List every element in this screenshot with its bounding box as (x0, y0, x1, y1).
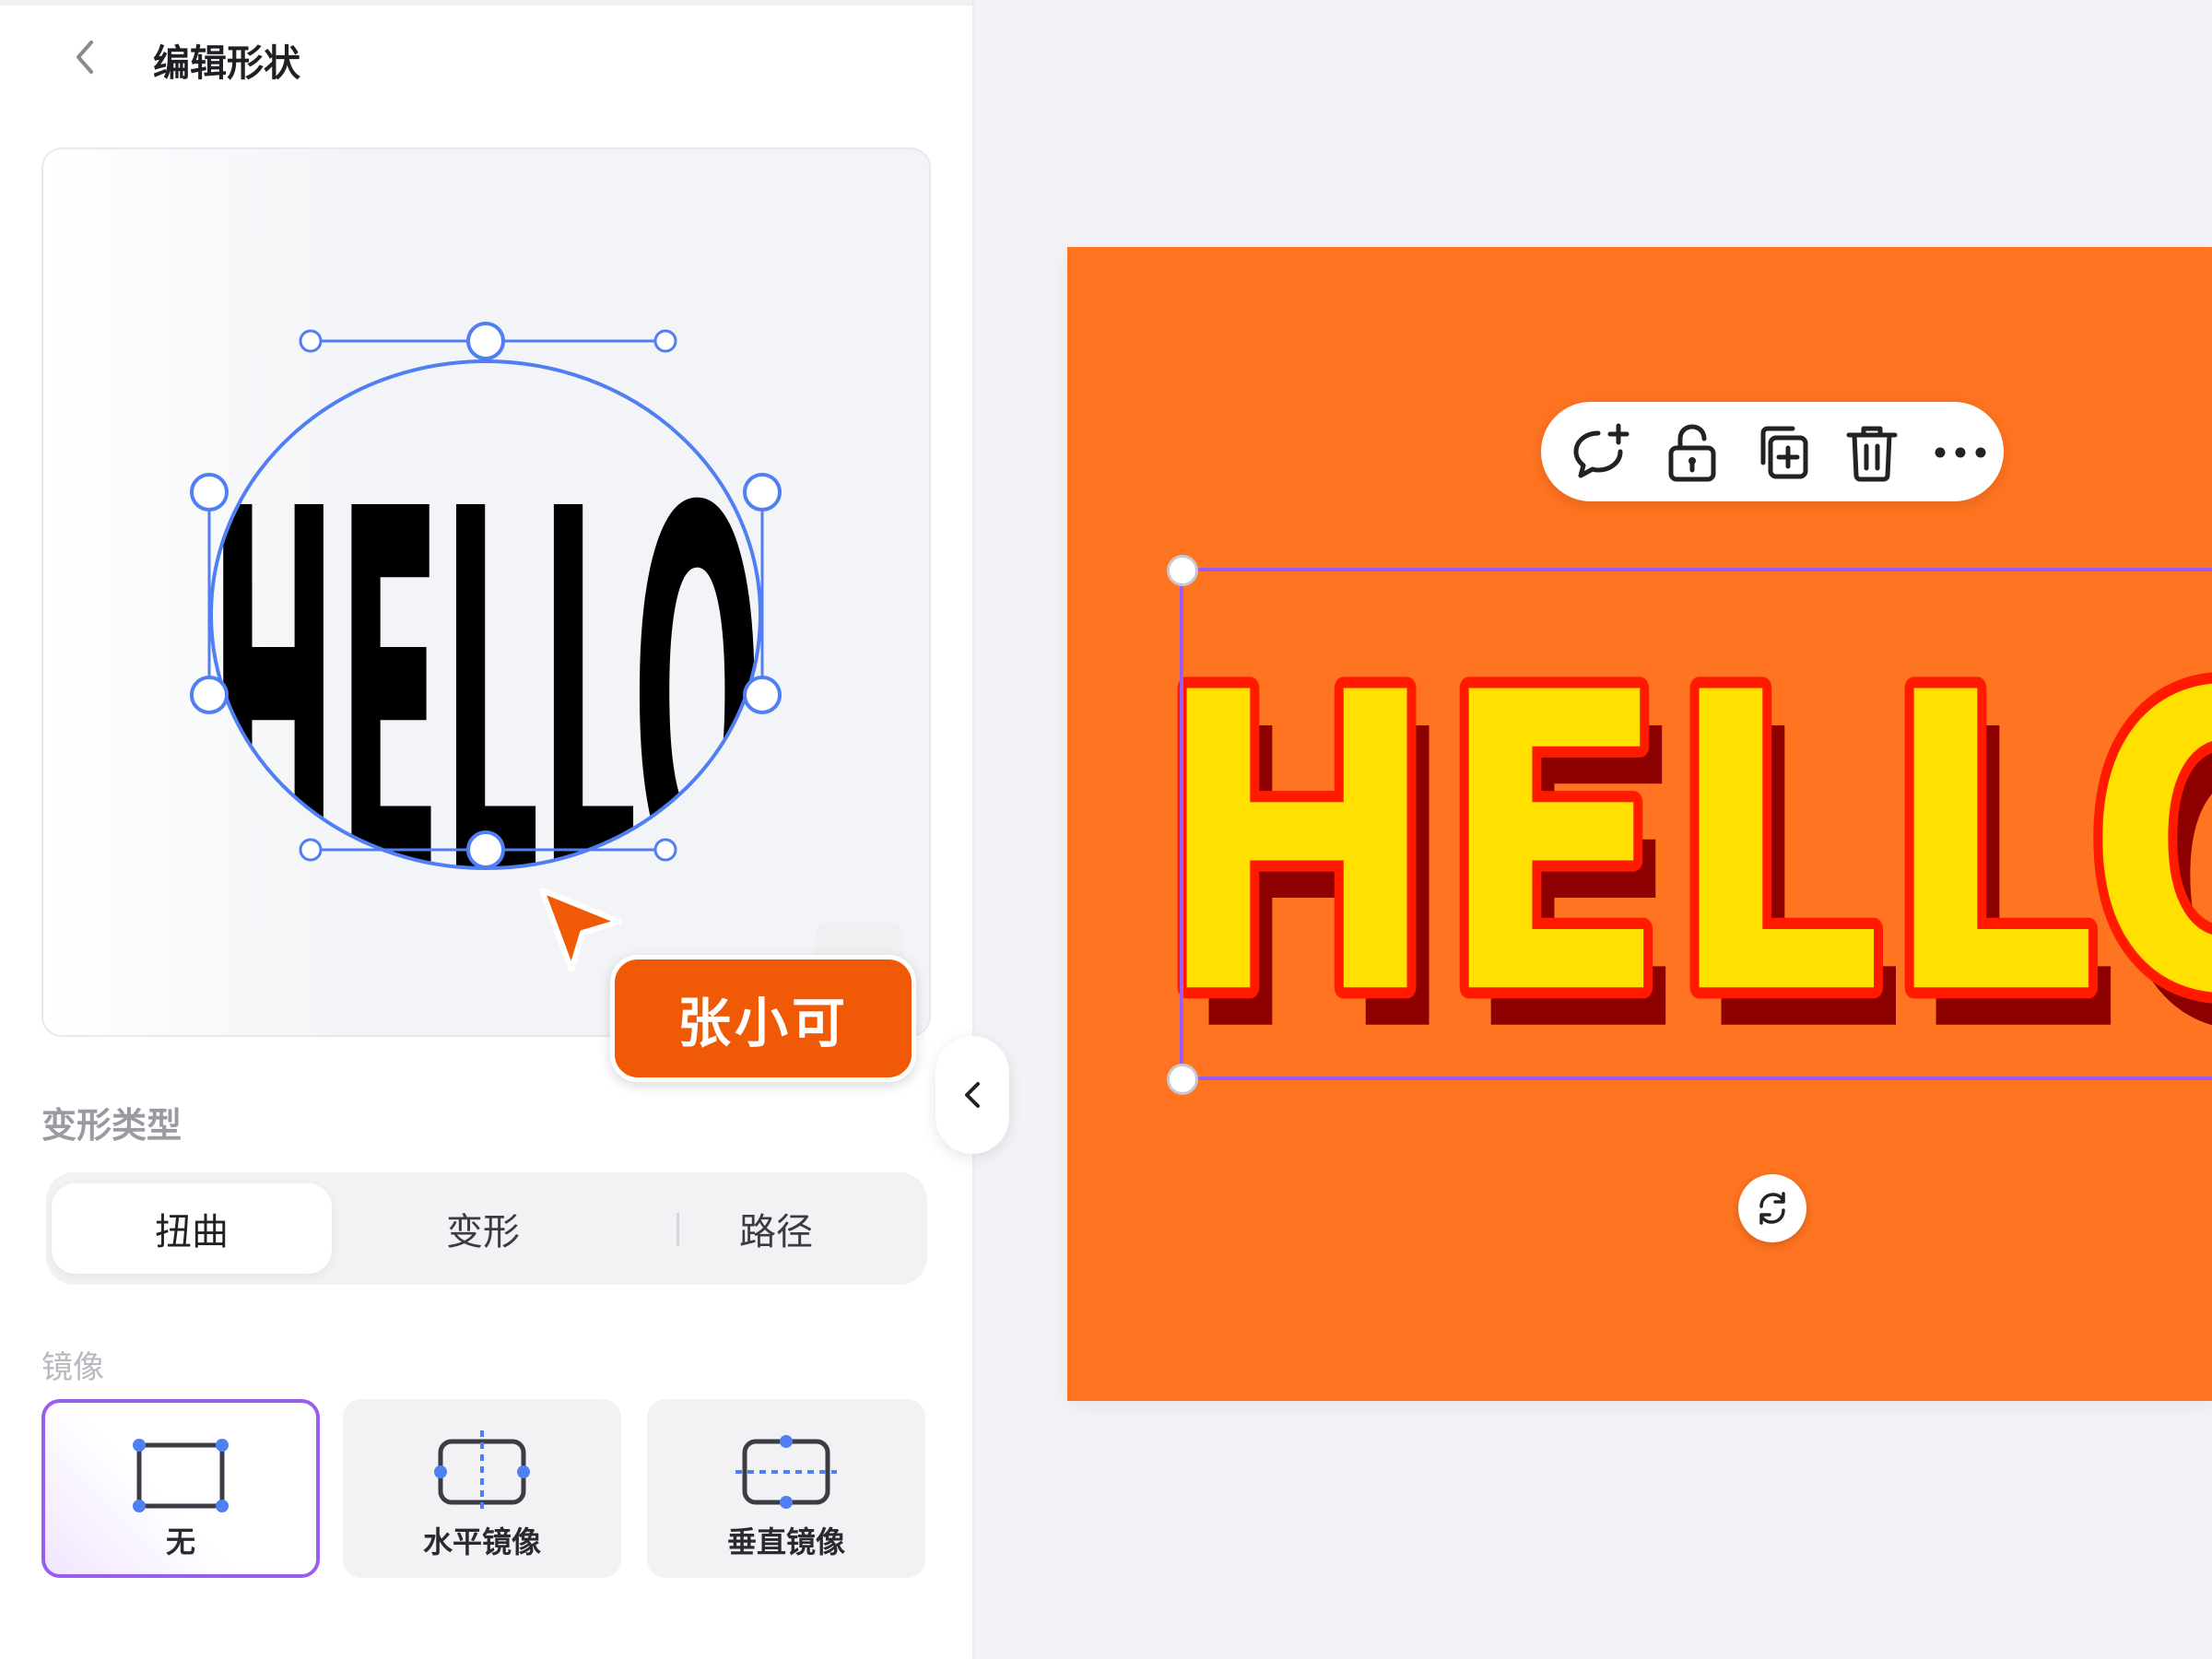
resize-handle-bottom-left[interactable] (1167, 1064, 1198, 1095)
anchor-handle-bottom[interactable] (466, 830, 505, 869)
preview-hello-text: HELLO (209, 402, 762, 1001)
resize-handle-top-left[interactable] (1167, 555, 1198, 586)
back-button[interactable] (63, 35, 107, 79)
control-handle-bottom-right[interactable] (653, 838, 677, 862)
collaborator-name-tag: 张小可 (610, 955, 916, 1082)
anchor-handle-top[interactable] (466, 322, 505, 360)
add-comment-button[interactable] (1571, 422, 1631, 483)
mirror-label: 镜像 (41, 1349, 104, 1386)
rotate-button[interactable] (1738, 1174, 1806, 1242)
unlock-button[interactable] (1662, 422, 1723, 483)
edit-shape-panel: 编辑形状 HELLO 变形类型 扭曲 变形 路径 镜像 无 水平镜像 垂直镜像 (0, 0, 974, 1659)
mirror-vertical-icon (735, 1435, 837, 1509)
control-handle-bottom-left[interactable] (299, 838, 323, 862)
mirror-option-horizontal[interactable]: 水平镜像 (343, 1399, 621, 1578)
collapse-panel-button[interactable] (935, 1036, 1009, 1154)
tab-warp[interactable]: 变形 (343, 1183, 623, 1274)
warp-type-segmented-control: 扭曲 变形 路径 (46, 1172, 927, 1285)
delete-button[interactable] (1841, 422, 1902, 483)
mirror-option-label: 垂直镜像 (726, 1524, 845, 1559)
collaborator-cursor-icon (539, 888, 622, 972)
unlock-icon (1668, 424, 1716, 482)
duplicate-icon (1760, 426, 1808, 479)
more-icon (1935, 447, 1986, 458)
add-comment-icon (1573, 423, 1630, 478)
hello-main-text: HELLO (1156, 607, 2212, 1085)
panel-title: 编辑形状 (153, 42, 300, 85)
mirror-option-label: 无 (165, 1524, 195, 1559)
control-handle-top-right[interactable] (653, 329, 677, 353)
delete-icon (1846, 426, 1898, 482)
duplicate-button[interactable] (1752, 422, 1813, 483)
anchor-handle-left-bottom[interactable] (190, 676, 229, 714)
shape-preview[interactable]: HELLO (41, 147, 931, 1037)
warp-preview-canvas: HELLO (190, 322, 782, 1001)
warp-type-label: 变形类型 (41, 1105, 182, 1146)
mirror-option-vertical[interactable]: 垂直镜像 (647, 1399, 925, 1578)
chevron-left-icon (76, 41, 93, 74)
tab-path[interactable]: 路径 (636, 1183, 916, 1274)
tab-distort[interactable]: 扭曲 (52, 1183, 332, 1274)
rotate-icon (1759, 1192, 1785, 1225)
floating-toolbar (1541, 402, 2004, 501)
anchor-handle-right-bottom[interactable] (743, 676, 782, 714)
mirror-none-icon (133, 1439, 229, 1512)
chevron-left-icon (965, 1082, 980, 1108)
panel-top-border (0, 0, 972, 6)
control-handle-top-left[interactable] (299, 329, 323, 353)
mirror-option-none[interactable]: 无 (41, 1399, 320, 1578)
mirror-horizontal-icon (434, 1430, 530, 1513)
anchor-handle-left-top[interactable] (190, 473, 229, 512)
mirror-option-label: 水平镜像 (422, 1524, 541, 1559)
anchor-handle-right-top[interactable] (743, 473, 782, 512)
more-button[interactable] (1930, 422, 1991, 483)
